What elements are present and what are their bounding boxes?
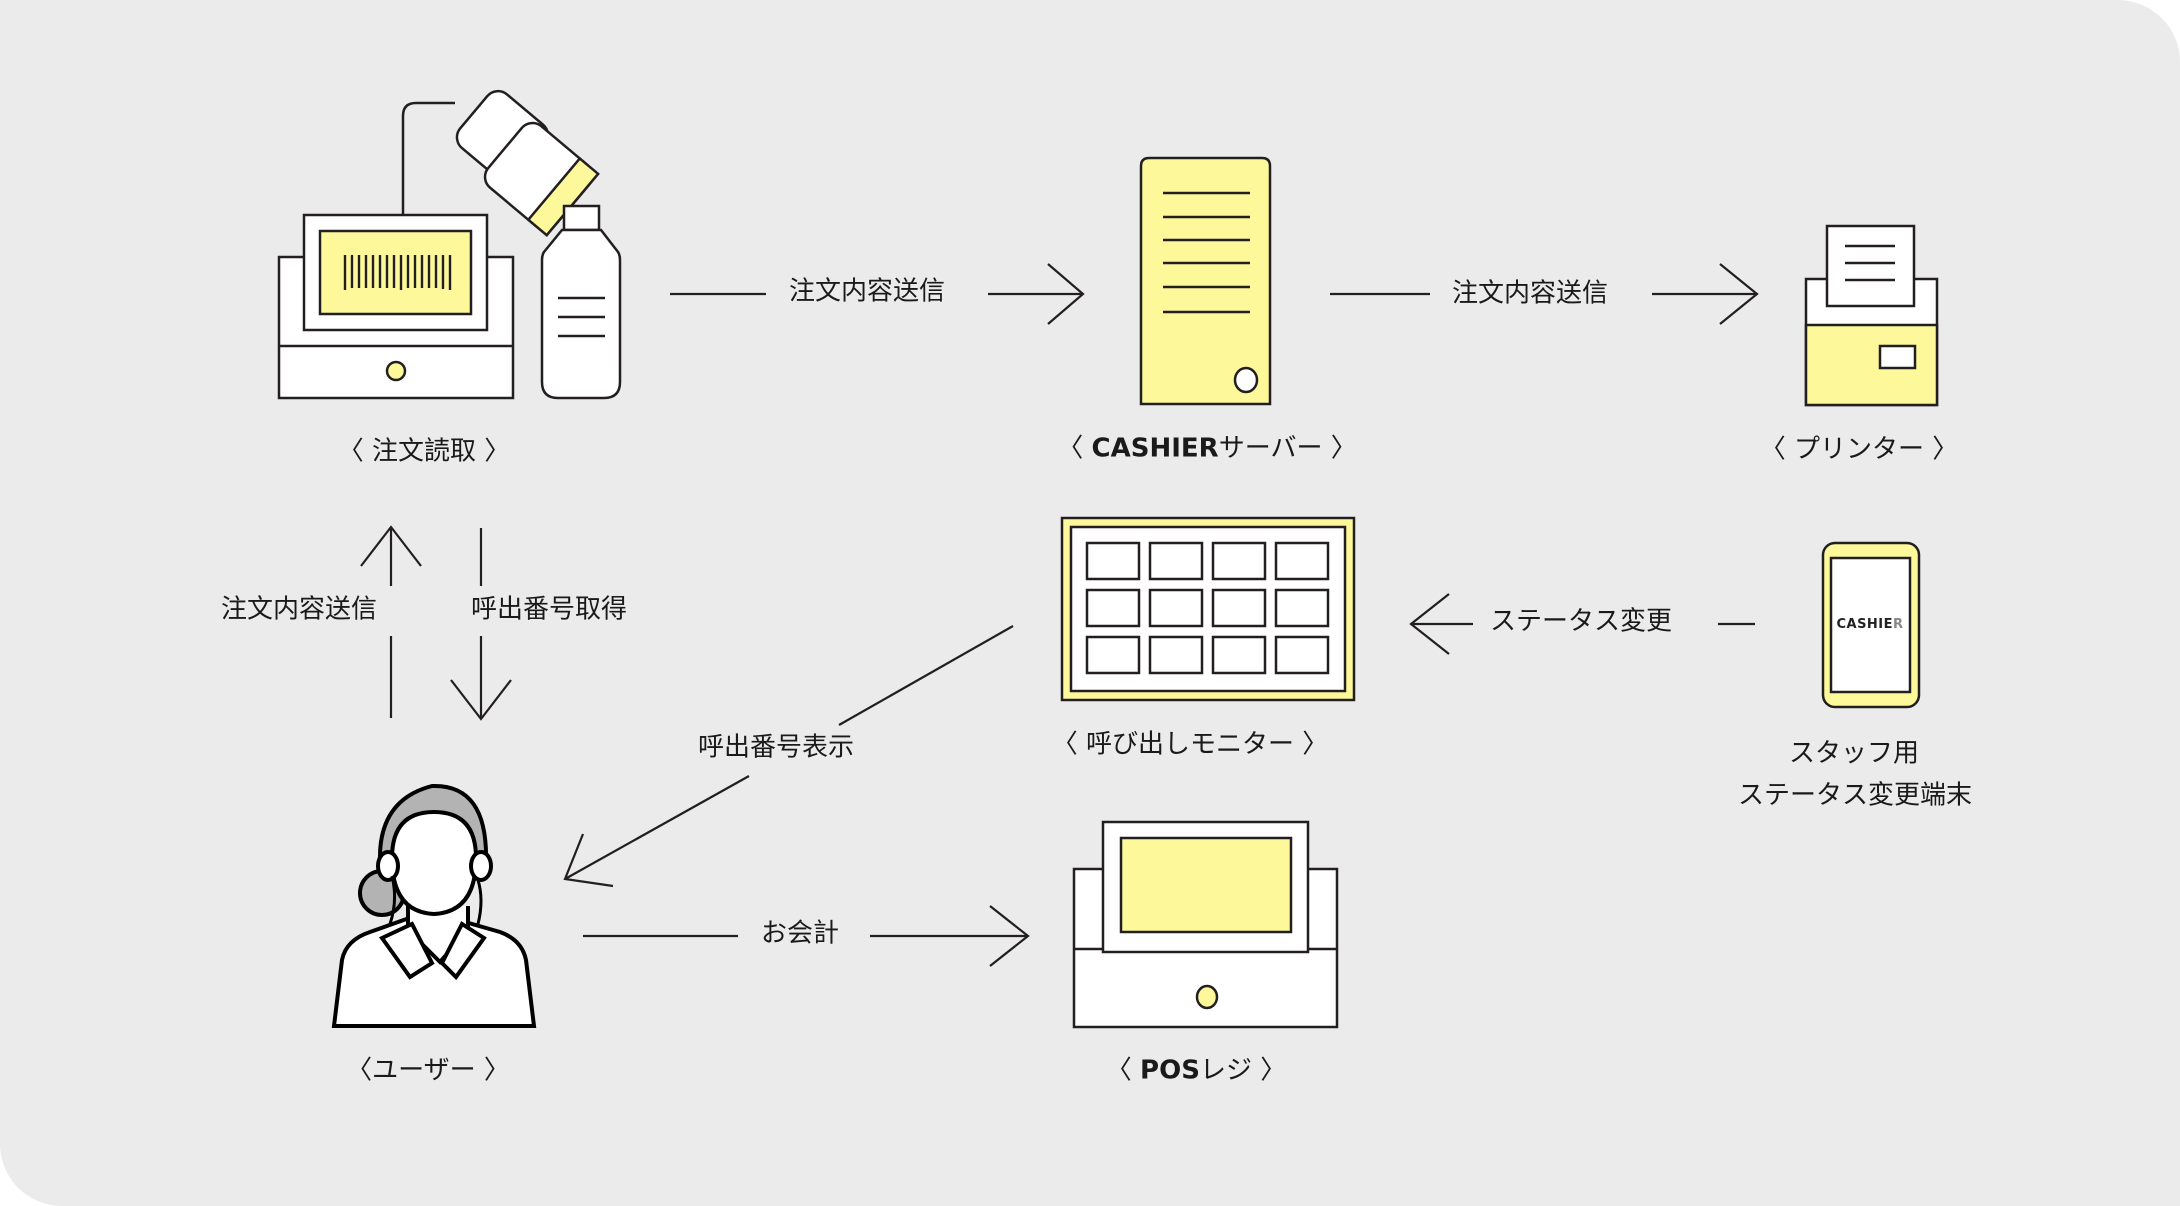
flow-label-terminal-to-monitor: ステータス変更 bbox=[1489, 606, 1673, 637]
flow-label-user-to-reader: 注文内容送信 bbox=[220, 594, 378, 625]
node-label-user: 〈ユーザー 〉 bbox=[346, 1055, 510, 1086]
node-label-call-monitor: 〈 呼び出しモニター 〉 bbox=[1051, 729, 1329, 760]
node-label-pos-register: 〈 POSレジ 〉 bbox=[1106, 1055, 1286, 1086]
node-label-order-reader: 〈 注文読取 〉 bbox=[337, 436, 511, 467]
pos-label-prefix: 〈 bbox=[1105, 1055, 1141, 1086]
pos-label-brand: POS bbox=[1140, 1055, 1200, 1086]
pos-label-suffix: レジ 〉 bbox=[1199, 1055, 1287, 1086]
server-label-prefix: 〈 bbox=[1057, 433, 1092, 464]
flow-label-user-to-pos: お会計 bbox=[760, 918, 840, 949]
phone-logo-main: CASHIE bbox=[1836, 617, 1894, 633]
phone-logo-dim: R bbox=[1893, 617, 1904, 633]
flow-label-reader-to-server: 注文内容送信 bbox=[788, 276, 946, 307]
node-label-printer: 〈 プリンター 〉 bbox=[1759, 434, 1959, 465]
node-label-staff-terminal-line1: スタッフ用 bbox=[1788, 738, 1920, 769]
node-label-server: 〈 CASHIERサーバー 〉 bbox=[1057, 433, 1356, 464]
diagram-canvas: 〈 注文読取 〉 〈 CASHIERサーバー 〉 〈 プリンター 〉 〈 呼び出… bbox=[0, 0, 2180, 1206]
node-label-staff-terminal-line2: ステータス変更端末 bbox=[1737, 780, 1973, 811]
call-monitor-icon bbox=[1060, 516, 1356, 702]
server-label-brand: CASHIER bbox=[1091, 433, 1219, 464]
server-label-suffix: サーバー 〉 bbox=[1218, 433, 1357, 464]
server-tower-icon bbox=[1139, 156, 1272, 406]
phone-screen-logo: CASHIER bbox=[1836, 617, 1903, 633]
bottle-icon bbox=[540, 204, 622, 400]
flow-label-monitor-to-user: 呼出番号表示 bbox=[697, 732, 855, 763]
flow-label-reader-to-user: 呼出番号取得 bbox=[470, 594, 628, 625]
receipt-printer-icon bbox=[1804, 224, 1939, 407]
flow-label-server-to-printer: 注文内容送信 bbox=[1451, 278, 1609, 309]
pos-register-icon bbox=[1072, 820, 1339, 1029]
user-woman-icon bbox=[331, 783, 537, 1028]
